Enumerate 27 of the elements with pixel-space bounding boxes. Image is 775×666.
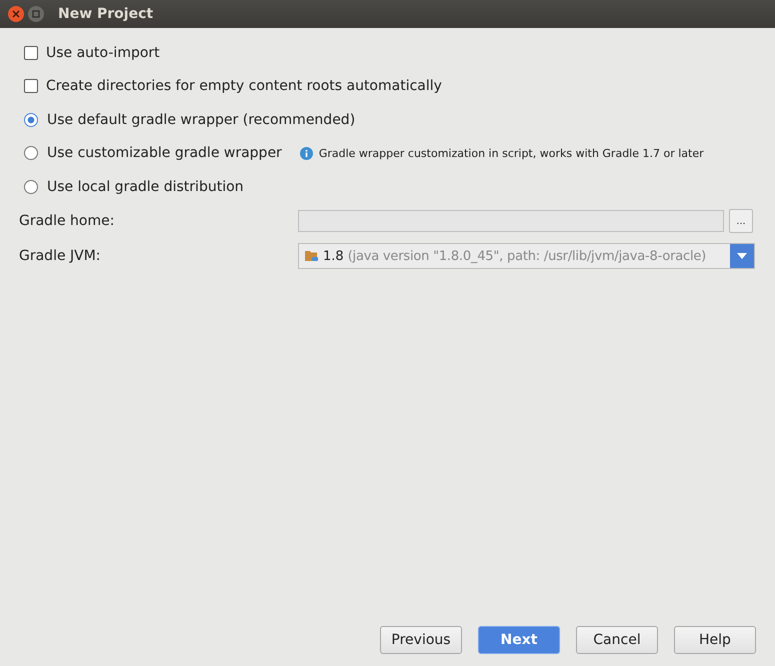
dialog-button[interactable]: Previous <box>380 626 462 654</box>
checkbox[interactable] <box>24 46 38 60</box>
checkbox[interactable] <box>24 79 38 94</box>
dialog-button[interactable]: Cancel <box>576 626 658 654</box>
option-label: Use local gradle distribution <box>47 178 244 195</box>
option-label: Use auto-import <box>46 44 160 61</box>
gradle-jvm-dropdown[interactable]: 1.8 (java version "1.8.0_45", path: /usr/lib/jvm/java-8-oracle) <box>298 243 755 269</box>
option-label: Create directories for empty content roots automatically <box>46 78 442 94</box>
jvm-detail: (java version "1.8.0_45", path: /usr/lib/jvm/java-8-oracle) <box>348 248 706 264</box>
maximize-button[interactable] <box>28 6 44 22</box>
close-icon <box>12 10 20 18</box>
option-label: Use customizable gradle wrapper <box>47 145 282 162</box>
radio-button[interactable] <box>24 146 38 160</box>
maximize-icon <box>32 10 40 18</box>
info-icon <box>300 146 313 160</box>
field-label: Gradle JVM: <box>19 248 102 264</box>
radio-button[interactable] <box>24 180 38 194</box>
window-title: New Project <box>58 6 154 22</box>
jvm-version: 1.8 <box>323 248 344 264</box>
option-label: Use default gradle wrapper (recommended) <box>47 112 356 128</box>
dialog-button[interactable]: Next <box>478 626 560 654</box>
dialog-button[interactable]: Help <box>674 626 756 654</box>
field-label: Gradle home: <box>19 213 116 229</box>
hint-text: Gradle wrapper customization in script, works with Gradle 1.7 or later <box>318 146 704 160</box>
folder-icon <box>305 250 319 262</box>
close-button[interactable] <box>8 6 24 22</box>
radio-button[interactable] <box>24 112 38 127</box>
